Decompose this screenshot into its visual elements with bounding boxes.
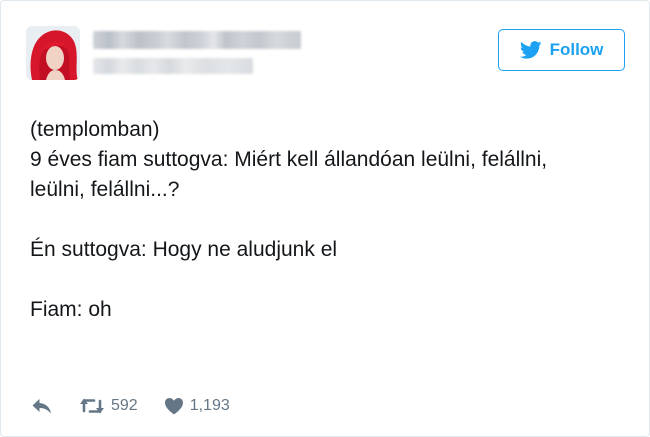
avatar[interactable] bbox=[26, 26, 80, 80]
author-handle-blurred[interactable] bbox=[93, 58, 253, 74]
retweet-icon bbox=[80, 398, 104, 414]
tweet-actions: 592 1,193 bbox=[31, 394, 230, 418]
tweet-text: (templomban) 9 éves fiam suttogva: Miért… bbox=[30, 115, 630, 325]
tweet-line: Én suttogva: Hogy ne aludjunk el bbox=[30, 238, 338, 261]
tweet-line: 9 éves fiam suttogva: Miért kell állandó… bbox=[30, 148, 548, 171]
retweet-button[interactable]: 592 bbox=[79, 397, 138, 415]
like-count: 1,193 bbox=[189, 397, 230, 414]
reply-button[interactable] bbox=[31, 397, 53, 415]
follow-label: Follow bbox=[549, 40, 604, 59]
tweet-card: Follow (templomban) 9 éves fiam suttogva… bbox=[0, 0, 650, 437]
line-break bbox=[30, 265, 630, 295]
heart-icon bbox=[164, 398, 183, 415]
avatar-image bbox=[26, 26, 80, 80]
like-button[interactable]: 1,193 bbox=[164, 397, 230, 415]
tweet-line: Fiam: oh bbox=[30, 298, 112, 321]
reply-arrow-icon bbox=[32, 399, 51, 414]
tweet-line: leülni, felállni...? bbox=[30, 178, 180, 201]
tweet-line: (templomban) bbox=[30, 118, 160, 141]
author-name-blurred[interactable] bbox=[93, 31, 301, 49]
follow-button[interactable]: Follow bbox=[498, 29, 625, 71]
twitter-bird-icon bbox=[519, 41, 542, 59]
line-break bbox=[30, 205, 630, 235]
retweet-count: 592 bbox=[111, 397, 138, 414]
